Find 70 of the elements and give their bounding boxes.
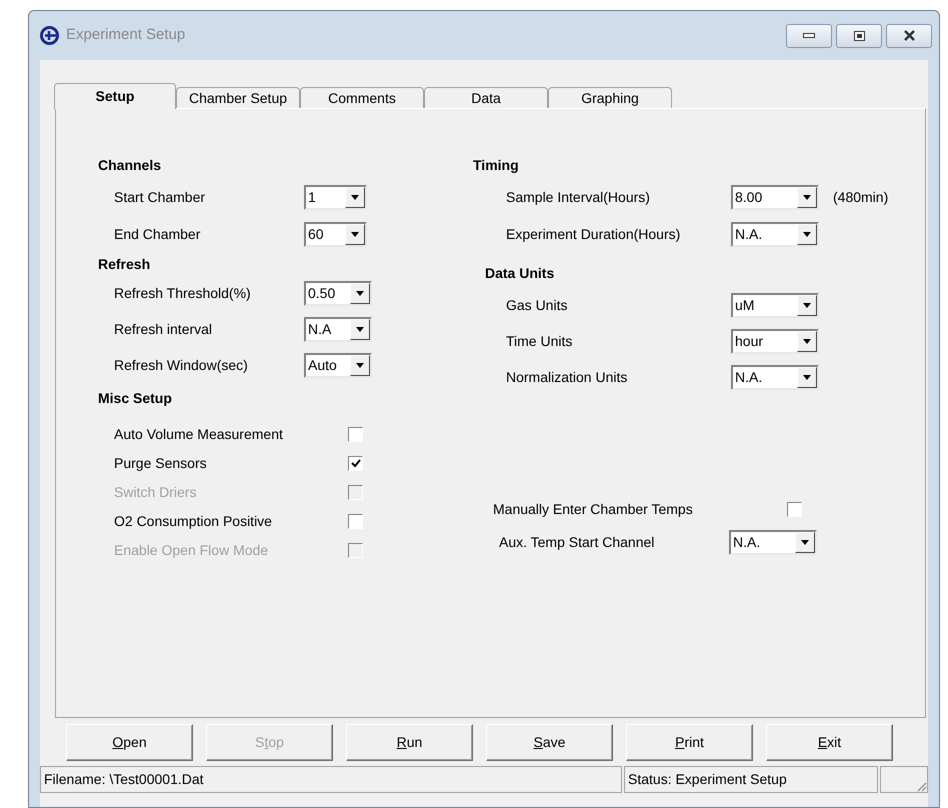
field-label: Enable Open Flow Mode bbox=[114, 541, 270, 560]
tab[interactable]: Data bbox=[424, 87, 548, 108]
section-heading: Refresh bbox=[98, 255, 152, 274]
dropdown-arrow-icon bbox=[803, 338, 811, 344]
field-label: Aux. Temp Start Channel bbox=[499, 532, 656, 552]
maximize-icon bbox=[854, 30, 864, 40]
checkbox[interactable] bbox=[787, 502, 802, 517]
section-heading: Timing bbox=[473, 156, 520, 175]
dropdown[interactable]: N.A. bbox=[729, 530, 817, 554]
dropdown-arrow-icon bbox=[801, 540, 809, 544]
field-label: Gas Units bbox=[506, 296, 568, 314]
app-logo-icon bbox=[40, 26, 59, 45]
dropdown[interactable]: N.A. bbox=[731, 364, 819, 390]
dropdown[interactable]: 0.50 bbox=[304, 280, 372, 306]
field-label: Switch Driers bbox=[114, 483, 198, 502]
field-label: Normalization Units bbox=[506, 368, 628, 386]
checkbox[interactable] bbox=[348, 427, 363, 442]
field-label: Start Chamber bbox=[114, 188, 206, 207]
dropdown[interactable]: Auto bbox=[304, 352, 372, 378]
field-label: O2 Consumption Positive bbox=[114, 512, 273, 531]
field-label: Purge Sensors bbox=[114, 454, 208, 473]
dropdown[interactable]: 8.00 bbox=[731, 185, 819, 210]
action-button[interactable]: Exit bbox=[766, 724, 893, 761]
dropdown-arrow-icon bbox=[356, 362, 364, 368]
maximize-button[interactable] bbox=[836, 24, 882, 48]
field-label: Experiment Duration(Hours) bbox=[506, 225, 682, 244]
action-button[interactable]: Run bbox=[346, 724, 473, 761]
dropdown-arrow-icon bbox=[803, 374, 811, 380]
dropdown-arrow-icon bbox=[351, 195, 359, 200]
field-label: Refresh interval bbox=[114, 320, 214, 338]
dropdown-arrow-icon bbox=[803, 195, 811, 200]
dropdown-arrow-icon bbox=[803, 302, 811, 308]
dropdown[interactable]: hour bbox=[731, 328, 819, 354]
action-button[interactable]: Print bbox=[626, 724, 753, 761]
dropdown-arrow-icon bbox=[356, 326, 364, 332]
tab[interactable]: Graphing bbox=[548, 87, 672, 108]
field-label: Refresh Threshold(%) bbox=[114, 284, 252, 303]
checkbox[interactable] bbox=[348, 456, 363, 471]
window-title: Experiment Setup bbox=[66, 25, 186, 46]
dropdown-arrow-icon bbox=[356, 290, 364, 296]
field-label: Manually Enter Chamber Temps bbox=[493, 500, 694, 519]
status-text: Status: Experiment Setup bbox=[624, 766, 878, 793]
section-heading: Data Units bbox=[484, 264, 556, 283]
minimize-button[interactable] bbox=[786, 24, 832, 48]
section-heading: Misc Setup bbox=[98, 389, 173, 408]
dropdown[interactable]: N.A bbox=[304, 316, 372, 342]
section-heading: Channels bbox=[98, 156, 162, 175]
action-button[interactable]: Open bbox=[66, 724, 193, 761]
dropdown[interactable]: 1 bbox=[304, 185, 367, 210]
dropdown-arrow-icon bbox=[351, 232, 359, 237]
field-label: Refresh Window(sec) bbox=[114, 356, 249, 375]
tab[interactable]: Setup bbox=[54, 83, 176, 109]
checkbox[interactable] bbox=[348, 514, 363, 529]
dropdown[interactable]: N.A. bbox=[731, 222, 819, 247]
filename-status: Filename: \Test00001.Dat bbox=[40, 766, 622, 793]
field-label: Auto Volume Measurement bbox=[114, 425, 284, 444]
interval-note: (480min) bbox=[833, 188, 888, 207]
tab[interactable]: Comments bbox=[300, 87, 424, 108]
tab[interactable]: Chamber Setup bbox=[176, 87, 300, 108]
close-icon bbox=[902, 30, 916, 41]
close-button[interactable] bbox=[886, 24, 932, 48]
dropdown[interactable]: 60 bbox=[304, 222, 367, 247]
field-label: Time Units bbox=[506, 332, 574, 350]
dropdown[interactable]: uM bbox=[731, 292, 819, 318]
minimize-icon bbox=[803, 33, 815, 38]
dropdown-arrow-icon bbox=[803, 232, 811, 237]
checkmark-icon bbox=[350, 459, 360, 468]
action-button[interactable]: Save bbox=[486, 724, 613, 761]
field-label: Sample Interval(Hours) bbox=[506, 188, 651, 207]
field-label: End Chamber bbox=[114, 225, 202, 244]
